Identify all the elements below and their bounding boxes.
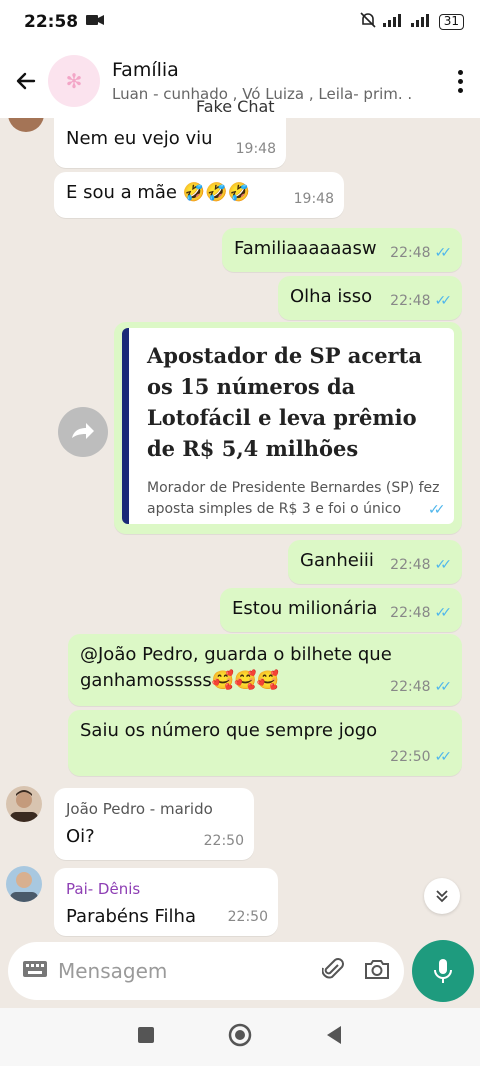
watermark: Fake Chat (196, 97, 275, 116)
message-text: Parabéns Filha (66, 906, 196, 927)
message-bubble[interactable]: Olha isso 22:48 ✓✓ (278, 276, 462, 320)
avatar[interactable] (6, 866, 42, 902)
signal-icon (382, 13, 405, 31)
double-check-icon: ✓✓ (434, 605, 453, 621)
link-description: Morador de Presidente Bernardes (SP) fez… (147, 480, 440, 517)
avatar[interactable] (6, 786, 42, 822)
recents-icon[interactable] (137, 1026, 155, 1048)
back-nav-icon[interactable] (325, 1025, 343, 1049)
group-avatar[interactable]: ✻ (48, 55, 100, 107)
link-title: Apostador de SP acerta os 15 números da … (147, 343, 422, 461)
home-icon[interactable] (228, 1023, 252, 1051)
message-time: 22:48 ✓✓ (390, 674, 452, 700)
message-bubble[interactable]: Saiu os número que sempre jogo 22:50 ✓✓ (68, 710, 462, 776)
status-time: 22:58 (24, 12, 79, 32)
battery-icon: 31 (438, 14, 464, 30)
mic-button[interactable] (412, 940, 474, 1002)
double-check-icon: ✓✓ (434, 557, 453, 573)
status-icons: 31 (359, 11, 464, 33)
message-bubble[interactable]: Pai- Dênis Parabéns Filha 22:50 (54, 868, 278, 936)
message-text: Oi? (66, 826, 95, 847)
message-time: 19:48 (293, 191, 334, 207)
message-text: Olha isso (290, 286, 373, 307)
message-input[interactable] (58, 959, 322, 983)
double-check-icon: ✓✓ (434, 679, 453, 695)
microphone-icon (434, 959, 452, 983)
signal-icon-2 (410, 13, 433, 31)
message-time: 22:48 ✓✓ (390, 288, 452, 314)
avatar[interactable] (8, 118, 44, 132)
status-bar: 22:58 31 (0, 0, 480, 44)
double-chevron-down-icon (436, 890, 448, 903)
double-check-icon: ✓✓ (434, 293, 453, 309)
double-check-icon: ✓✓ (434, 749, 453, 765)
camera-icon[interactable] (364, 958, 390, 984)
forward-icon (72, 423, 94, 439)
double-check-icon: ✓✓ (434, 245, 453, 261)
message-time: 19:48 (235, 141, 276, 157)
message-text: Ganheiii (300, 550, 374, 571)
sender-name[interactable]: Pai- Dênis (66, 876, 266, 902)
video-icon (86, 12, 105, 32)
message-composer (8, 942, 404, 1000)
more-options-icon[interactable] (440, 69, 480, 93)
mute-icon (359, 11, 377, 33)
sender-name[interactable]: João Pedro - marido (66, 796, 242, 822)
message-time: 22:48 ✓✓ (390, 552, 452, 578)
scroll-down-button[interactable] (424, 878, 460, 914)
message-time: 22:50 (203, 833, 244, 849)
message-bubble[interactable]: E sou a mãe 🤣🤣🤣 19:48 (54, 172, 344, 218)
message-bubble[interactable]: Familiaaaaaasw 22:48 ✓✓ (222, 228, 462, 272)
arrow-left-icon (16, 72, 36, 90)
back-button[interactable] (4, 59, 48, 103)
message-bubble[interactable]: Ganheiii 22:48 ✓✓ (288, 540, 462, 584)
double-check-icon: ✓✓ (428, 502, 446, 518)
flower-icon: ✻ (65, 69, 83, 93)
message-time: 22:48 ✓✓ (390, 240, 452, 266)
message-text: E sou a mãe 🤣🤣🤣 (66, 182, 250, 203)
message-time: 22:50 (227, 909, 268, 925)
navigation-bar (0, 1008, 480, 1066)
message-text: Estou milionária (232, 598, 378, 619)
message-bubble[interactable]: João Pedro - marido Oi? 22:50 (54, 788, 254, 860)
attach-icon[interactable] (321, 957, 344, 985)
group-title: Família (112, 59, 179, 81)
message-bubble[interactable]: @João Pedro, guarda o bilhete que ganham… (68, 634, 462, 706)
keyboard-icon[interactable] (22, 959, 48, 983)
message-time: 22:48 ✓✓ (390, 600, 452, 626)
forward-button[interactable] (58, 407, 108, 457)
message-time: 22:50 ✓✓ (390, 744, 452, 770)
message-text: @João Pedro, guarda o bilhete que ganham… (80, 644, 392, 691)
message-text: Nem eu vejo viu (66, 128, 213, 149)
chat-area[interactable]: Nem eu vejo viu 19:48 E sou a mãe 🤣🤣🤣 19… (0, 118, 480, 938)
header-info[interactable]: Família Luan - cunhado , Vó Luiza , Leil… (112, 59, 440, 103)
message-bubble[interactable]: Nem eu vejo viu 19:48 (54, 118, 286, 168)
message-bubble[interactable]: Estou milionária 22:48 ✓✓ (220, 588, 462, 632)
message-text: Saiu os número que sempre jogo (80, 720, 378, 741)
message-text: Familiaaaaaasw (234, 238, 377, 259)
link-preview-card[interactable]: Apostador de SP acerta os 15 números da … (122, 328, 454, 524)
group-members: Luan - cunhado , Vó Luiza , Leila- prim.… (112, 85, 413, 103)
